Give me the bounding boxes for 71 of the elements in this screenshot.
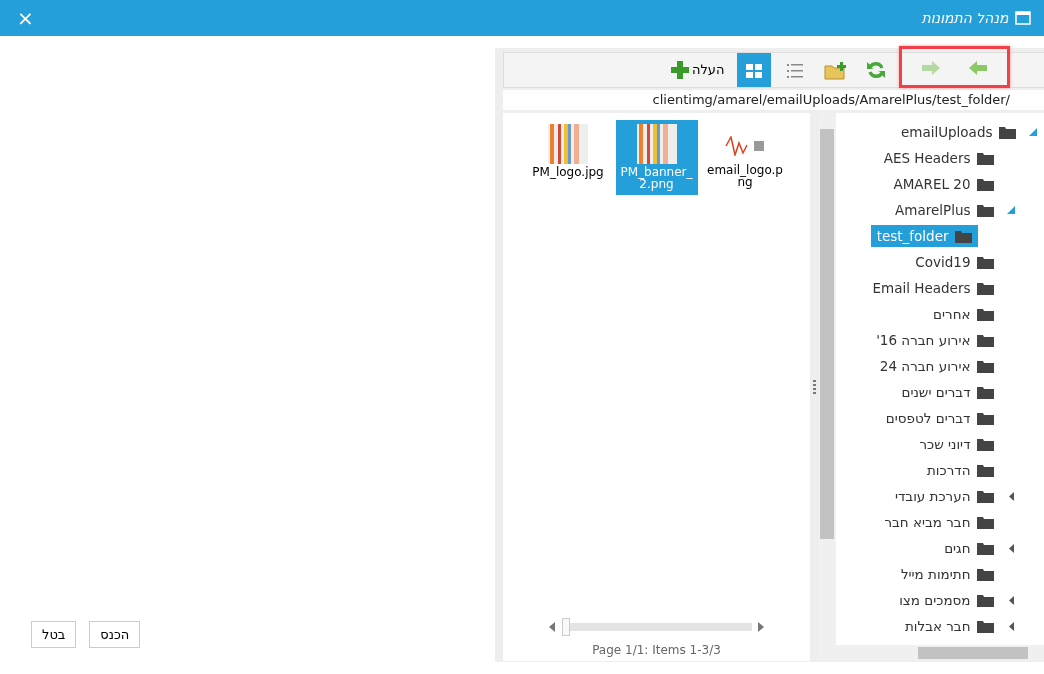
grid-view-button[interactable] (737, 53, 771, 87)
folder-icon (977, 385, 994, 399)
plus-icon (670, 61, 689, 79)
folder-icon (977, 567, 994, 581)
slider-thumb[interactable] (561, 618, 570, 636)
right-arrow-icon (922, 60, 940, 75)
collapsed-arrow-icon[interactable] (1008, 595, 1014, 605)
collapsed-arrow-icon[interactable] (1008, 491, 1014, 501)
pager-text: Page 1/1: Items 1-3/3 (591, 642, 722, 659)
folder-icon (955, 229, 972, 243)
folder-item[interactable]: AMAREL 20 (887, 172, 1000, 196)
folder-item[interactable]: חבר מביא חבר (878, 510, 1000, 534)
folder-icon (977, 619, 994, 633)
folder-item[interactable]: חבר אבלות (898, 614, 1000, 638)
upload-button[interactable]: העלה (664, 53, 731, 87)
file-item[interactable]: email_logo.png (704, 119, 786, 193)
folder-item[interactable]: דברים ישנים (895, 380, 1000, 404)
window-icon (1015, 11, 1031, 25)
folder-icon (977, 411, 994, 425)
folder-item[interactable]: AES Headers (877, 146, 1000, 170)
collapsed-arrow-icon[interactable] (1008, 621, 1014, 631)
folder-item[interactable]: Covid19 (909, 250, 1000, 274)
collapsed-arrow-icon[interactable] (1008, 543, 1014, 553)
folder-icon (977, 255, 994, 269)
folder-item[interactable]: אחרים (927, 302, 1000, 326)
folder-item[interactable]: מסמכים מצו (893, 588, 1000, 612)
path-bar: clientimg/amarel/emailUploads/AmarelPlus/test_folder/ (503, 90, 1044, 110)
folder-icon (977, 359, 994, 373)
scrollbar-thumb[interactable] (820, 129, 834, 539)
folder-icon (977, 177, 994, 191)
folder-item[interactable]: אירוע חברה 24 (873, 354, 1000, 378)
scrollbar-thumb[interactable] (918, 647, 1028, 659)
folder-icon (977, 515, 994, 529)
folder-item[interactable]: הדרכות (921, 458, 1000, 482)
folder-icon (977, 593, 994, 607)
scroll-right-icon[interactable] (758, 622, 764, 632)
window-title: מנהל התמונות (921, 8, 1009, 28)
folder-item[interactable]: Email Headers (866, 276, 1000, 300)
folder-item[interactable]: AmarelPlus (889, 198, 1000, 222)
folder-icon (999, 125, 1016, 139)
new-folder-icon (824, 61, 846, 80)
dialog-button[interactable]: הכנס (89, 620, 141, 648)
list-icon (786, 63, 803, 78)
image-thumbnail (725, 135, 765, 156)
grid-icon (746, 63, 762, 78)
expanded-arrow-icon[interactable] (1007, 206, 1015, 214)
folder-item[interactable]: emailUploads (894, 120, 1022, 144)
image-thumbnail (636, 123, 677, 164)
folder-item[interactable]: אירוע חברה 16' (870, 328, 1000, 352)
image-thumbnail (548, 123, 588, 164)
folder-icon (977, 151, 994, 165)
scroll-left-icon[interactable] (549, 622, 555, 632)
folder-icon (977, 307, 994, 321)
folder-icon (977, 489, 994, 503)
folder-icon (977, 463, 994, 477)
expanded-arrow-icon[interactable] (1029, 128, 1037, 136)
folder-icon (977, 541, 994, 555)
folder-icon (977, 333, 994, 347)
folder-icon (977, 203, 994, 217)
folder-item[interactable]: דיוני שכר (913, 432, 1000, 456)
file-item[interactable]: PM_logo.jpg (527, 119, 609, 183)
left-arrow-icon (969, 60, 987, 75)
splitter-handle-icon[interactable] (812, 380, 816, 394)
folder-icon (977, 281, 994, 295)
folder-item[interactable]: הערכת עובדי (889, 484, 1000, 508)
folder-item[interactable]: חגים (938, 536, 1000, 560)
folder-icon (977, 437, 994, 451)
dialog-button[interactable]: בטל (31, 620, 77, 648)
refresh-icon (865, 60, 886, 81)
folder-item[interactable]: דברים לטפסים (879, 406, 1000, 430)
folder-item[interactable]: חתימות מייל (894, 562, 1000, 586)
